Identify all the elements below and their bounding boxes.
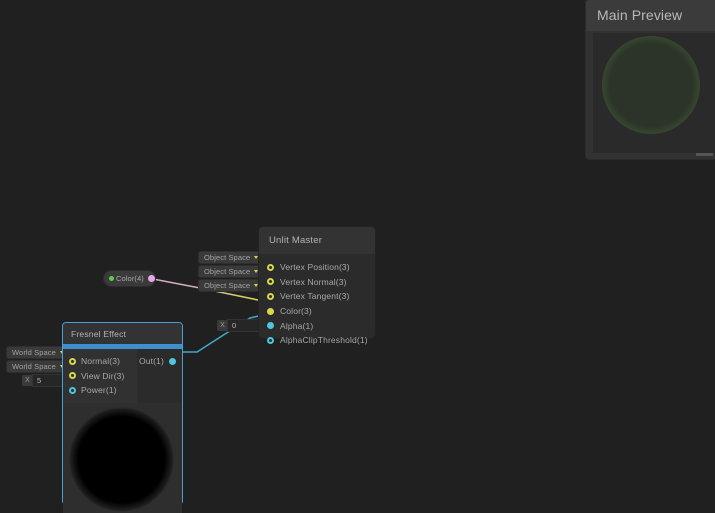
port-alpha[interactable]: Alpha(1) (259, 318, 375, 333)
port-dot-icon[interactable] (69, 386, 76, 394)
node-fresnel-effect-title: Fresnel Effect (63, 323, 182, 344)
port-fresnel-out[interactable]: Out(1) (139, 354, 182, 369)
port-label: Alpha(1) (280, 320, 314, 331)
port-vertex-normal[interactable]: Vertex Normal(3) (259, 275, 375, 290)
port-dot-icon[interactable] (69, 357, 76, 365)
node-fresnel-effect[interactable]: Fresnel Effect Normal(3) View Dir(3) Pow… (62, 322, 183, 513)
fresnel-viewdir-space-value: World Space (12, 362, 56, 371)
port-color[interactable]: Color(3) (259, 304, 375, 319)
chevron-down-icon (254, 256, 259, 259)
main-preview-resize-handle[interactable] (696, 153, 713, 156)
main-preview-viewport[interactable] (593, 33, 715, 153)
port-dot-icon[interactable] (267, 278, 274, 286)
port-fresnel-power[interactable]: Power(1) (63, 383, 137, 398)
vertex-position-space-dropdown[interactable]: Object Space (199, 252, 263, 263)
port-dot-icon[interactable] (69, 372, 76, 380)
port-label: Normal(3) (81, 356, 121, 367)
port-label: Vertex Position(3) (280, 262, 350, 273)
port-fresnel-viewdir[interactable]: View Dir(3) (63, 369, 137, 384)
port-dot-icon[interactable] (267, 263, 274, 271)
port-label: View Dir(3) (81, 370, 125, 381)
fresnel-power-axis-label: X (22, 375, 33, 386)
node-unlit-master-title: Unlit Master (259, 227, 375, 254)
port-dot-icon[interactable] (267, 292, 274, 300)
main-preview-window[interactable]: Main Preview (586, 0, 715, 159)
node-unlit-master[interactable]: Unlit Master Vertex Position(3) Vertex N… (259, 227, 375, 345)
port-vertex-position[interactable]: Vertex Position(3) (259, 260, 375, 275)
port-label: Color(3) (280, 306, 312, 317)
node-color4[interactable]: Color(4) (104, 271, 155, 286)
fresnel-normal-space-value: World Space (12, 348, 56, 357)
chevron-down-icon (254, 284, 259, 287)
alpha-clip-threshold-input[interactable]: 0 (228, 320, 259, 331)
fresnel-output-ports: Out(1) (137, 349, 182, 403)
fresnel-node-preview[interactable] (63, 402, 182, 513)
node-fresnel-effect-ports: Normal(3) View Dir(3) Power(1) Out(1) (63, 349, 182, 403)
chevron-down-icon (254, 270, 259, 273)
port-dot-icon[interactable] (267, 322, 274, 330)
port-dot-icon[interactable] (267, 307, 274, 315)
vertex-normal-space-value: Object Space (204, 267, 251, 276)
fresnel-preview-sphere (69, 406, 174, 512)
fresnel-normal-space-dropdown[interactable]: World Space (7, 347, 68, 358)
color4-input-dot-icon[interactable] (109, 276, 114, 281)
color4-output-dot-icon[interactable] (147, 275, 155, 282)
port-label: AlphaClipThreshold(1) (280, 335, 368, 346)
vertex-tangent-space-value: Object Space (204, 281, 251, 290)
alpha-clip-threshold-field[interactable]: X 0 (217, 320, 259, 331)
port-dot-icon[interactable] (169, 357, 176, 365)
main-preview-sphere (602, 36, 700, 134)
node-unlit-master-ports: Vertex Position(3) Vertex Normal(3) Vert… (259, 254, 375, 348)
main-preview-title: Main Preview (586, 0, 715, 31)
fresnel-input-ports: Normal(3) View Dir(3) Power(1) (63, 349, 137, 403)
port-alpha-clip-threshold[interactable]: AlphaClipThreshold(1) (259, 333, 375, 348)
alpha-clip-threshold-axis-label: X (217, 320, 228, 331)
vertex-tangent-space-dropdown[interactable]: Object Space (199, 280, 263, 291)
vertex-normal-space-dropdown[interactable]: Object Space (199, 266, 263, 277)
fresnel-viewdir-space-dropdown[interactable]: World Space (7, 361, 68, 372)
shader-graph-canvas[interactable]: Main Preview Object Space Object Space O… (0, 0, 715, 513)
node-color4-label: Color(4) (116, 274, 144, 283)
fresnel-power-input[interactable]: 5 (33, 375, 64, 386)
port-label: Vertex Tangent(3) (280, 291, 350, 302)
port-vertex-tangent[interactable]: Vertex Tangent(3) (259, 289, 375, 304)
port-fresnel-normal[interactable]: Normal(3) (63, 354, 137, 369)
port-label: Out(1) (139, 356, 164, 367)
port-label: Vertex Normal(3) (280, 276, 347, 287)
fresnel-power-field[interactable]: X 5 (22, 375, 64, 386)
port-dot-icon[interactable] (267, 336, 274, 344)
port-label: Power(1) (81, 385, 117, 396)
vertex-position-space-value: Object Space (204, 253, 251, 262)
